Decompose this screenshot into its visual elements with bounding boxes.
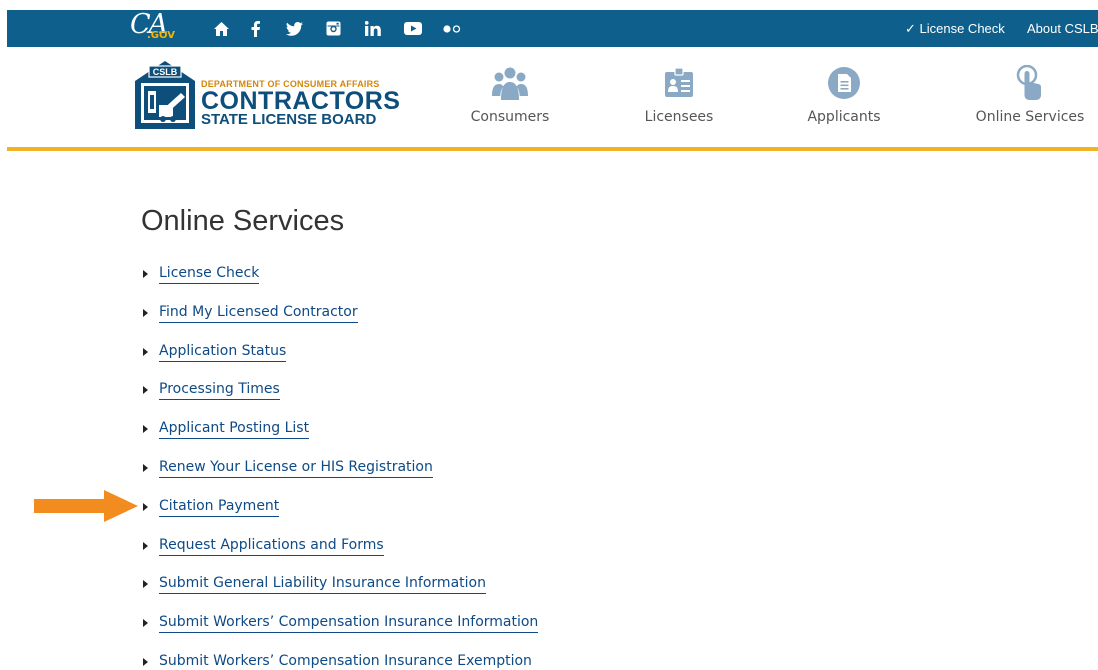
nav-applicants[interactable]: Applicants xyxy=(799,65,889,135)
twitter-icon[interactable] xyxy=(284,10,304,47)
header-divider xyxy=(7,147,1098,151)
highlight-arrow-icon xyxy=(34,490,138,522)
bullet-icon xyxy=(143,347,148,356)
facebook-icon[interactable] xyxy=(247,10,263,47)
service-link-renew-license[interactable]: Renew Your License or HIS Registration xyxy=(159,458,433,478)
bullet-icon xyxy=(143,425,148,434)
home-icon[interactable] xyxy=(211,10,231,47)
list-item: Find My Licensed Contractor xyxy=(143,303,538,342)
list-item: Citation Payment xyxy=(143,497,538,536)
bullet-icon xyxy=(143,541,148,550)
about-cslb-link[interactable]: About CSLB xyxy=(1027,10,1098,47)
service-link-workers-comp-info[interactable]: Submit Workers’ Compensation Insurance I… xyxy=(159,613,539,634)
ca-gov-logo[interactable]: CA .GOV xyxy=(130,9,180,45)
pointer-hand-icon xyxy=(1012,65,1048,101)
bullet-icon xyxy=(143,308,148,317)
page-title: Online Services xyxy=(141,205,345,237)
service-link-workers-comp-exemption[interactable]: Submit Workers’ Compensation Insurance E… xyxy=(159,652,532,670)
service-link-general-liability[interactable]: Submit General Liability Insurance Infor… xyxy=(159,574,486,595)
bullet-icon xyxy=(143,270,148,278)
document-icon xyxy=(826,65,862,101)
cslb-badge-text: CSLB xyxy=(153,67,178,77)
list-item: Applicant Posting List xyxy=(143,419,538,458)
list-item: Submit Workers’ Compensation Insurance I… xyxy=(143,613,539,652)
bullet-icon xyxy=(143,386,148,395)
nav-licensees-label: Licensees xyxy=(644,109,714,125)
bullet-icon xyxy=(143,502,148,511)
nav-consumers-label: Consumers xyxy=(470,109,550,125)
service-link-citation-payment[interactable]: Citation Payment xyxy=(159,497,280,517)
cslb-board: STATE LICENSE BOARD xyxy=(201,111,377,128)
people-icon xyxy=(492,65,528,101)
services-list: License Check Find My Licensed Contracto… xyxy=(143,264,539,670)
youtube-icon[interactable] xyxy=(402,10,424,47)
bullet-icon xyxy=(143,463,148,472)
ca-logo-gov: .GOV xyxy=(147,30,175,41)
list-item: Request Applications and Forms xyxy=(143,536,538,575)
service-link-processing-times[interactable]: Processing Times xyxy=(159,380,280,401)
instagram-icon[interactable] xyxy=(323,10,343,47)
license-check-link[interactable]: ✓ License Check xyxy=(905,10,1005,47)
list-item: Submit General Liability Insurance Infor… xyxy=(143,574,538,613)
bullet-icon xyxy=(143,580,148,589)
nav-online-services-label: Online Services xyxy=(975,109,1085,125)
cslb-badge-icon: CSLB xyxy=(135,61,195,129)
service-link-applicant-posting-list[interactable]: Applicant Posting List xyxy=(159,419,310,440)
linkedin-icon[interactable] xyxy=(363,10,383,47)
cslb-logo[interactable]: CSLB DEPARTMENT OF CONSUMER AFFAIRS CONT… xyxy=(133,59,413,131)
service-link-request-forms[interactable]: Request Applications and Forms xyxy=(159,536,384,556)
top-utility-bar: CA .GOV ✓ License Check About CSLB xyxy=(7,9,1098,47)
bullet-icon xyxy=(143,619,148,628)
nav-applicants-label: Applicants xyxy=(807,109,881,125)
service-link-application-status[interactable]: Application Status xyxy=(159,342,287,362)
service-link-license-check[interactable]: License Check xyxy=(159,264,260,284)
id-card-icon xyxy=(661,65,697,101)
list-item: Application Status xyxy=(143,342,538,381)
flickr-icon[interactable] xyxy=(441,10,463,47)
nav-licensees[interactable]: Licensees xyxy=(634,65,724,135)
list-item: License Check xyxy=(143,264,538,303)
nav-online-services[interactable]: Online Services xyxy=(970,65,1090,135)
service-link-find-contractor[interactable]: Find My Licensed Contractor xyxy=(159,303,358,323)
bullet-icon xyxy=(143,657,148,666)
nav-consumers[interactable]: Consumers xyxy=(465,65,555,135)
list-item: Renew Your License or HIS Registration xyxy=(143,458,538,497)
list-item: Processing Times xyxy=(143,380,538,419)
cslb-name: CONTRACTORS xyxy=(201,87,401,115)
list-item: Submit Workers’ Compensation Insurance E… xyxy=(143,652,538,670)
